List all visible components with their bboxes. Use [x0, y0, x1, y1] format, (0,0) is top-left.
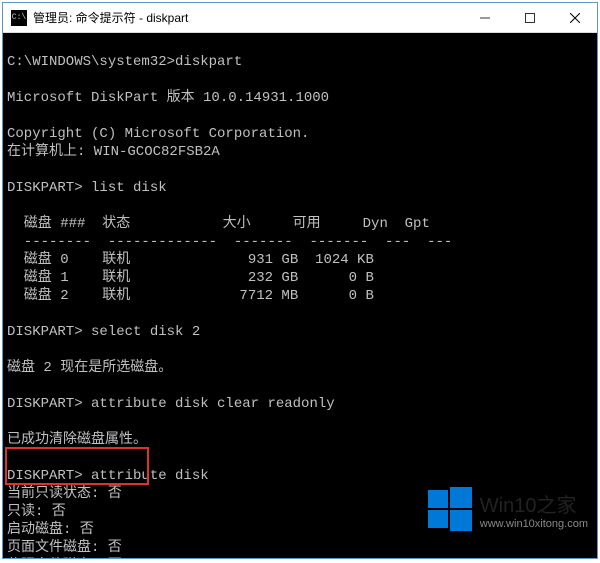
- version-line: Microsoft DiskPart 版本 10.0.14931.1000: [7, 90, 329, 106]
- minimize-icon: [480, 13, 490, 23]
- table-separator: -------- ------------- ------- ------- -…: [7, 234, 452, 250]
- prompt-attribute-disk: DISKPART> attribute disk: [7, 468, 209, 484]
- close-button[interactable]: [552, 3, 597, 32]
- attr-boot: 启动磁盘: 否: [7, 522, 94, 538]
- table-row: 磁盘 2 联机 7712 MB 0 B: [7, 288, 374, 304]
- selected-message: 磁盘 2 现在是所选磁盘。: [7, 360, 172, 376]
- computer-line: 在计算机上: WIN-GCOC82FSB2A: [7, 144, 220, 160]
- attr-readonly: 只读: 否: [7, 504, 66, 520]
- minimize-button[interactable]: [462, 3, 507, 32]
- table-header: 磁盘 ### 状态 大小 可用 Dyn Gpt: [7, 216, 430, 232]
- maximize-button[interactable]: [507, 3, 552, 32]
- window-title: 管理员: 命令提示符 - diskpart: [33, 9, 462, 26]
- attr-pagefile: 页面文件磁盘: 否: [7, 540, 122, 556]
- titlebar[interactable]: C:\ 管理员: 命令提示符 - diskpart: [3, 3, 597, 33]
- prompt-list-disk: DISKPART> list disk: [7, 180, 167, 196]
- terminal-output[interactable]: C:\WINDOWS\system32>diskpart Microsoft D…: [3, 33, 597, 558]
- cleared-message: 已成功清除磁盘属性。: [7, 432, 147, 448]
- close-icon: [570, 13, 580, 23]
- copyright-line: Copyright (C) Microsoft Corporation.: [7, 126, 309, 142]
- maximize-icon: [525, 13, 535, 23]
- prompt-clear-readonly: DISKPART> attribute disk clear readonly: [7, 396, 335, 412]
- table-row: 磁盘 1 联机 232 GB 0 B: [7, 270, 374, 286]
- window-controls: [462, 3, 597, 32]
- console-window: C:\ 管理员: 命令提示符 - diskpart C:\WINDOWS\sys…: [2, 2, 598, 559]
- cmd-line: C:\WINDOWS\system32>diskpart: [7, 54, 242, 70]
- cmd-icon: C:\: [11, 10, 27, 26]
- table-row: 磁盘 0 联机 931 GB 1024 KB: [7, 252, 374, 268]
- attr-readonly-current: 当前只读状态: 否: [7, 486, 122, 502]
- prompt-select-disk: DISKPART> select disk 2: [7, 324, 200, 340]
